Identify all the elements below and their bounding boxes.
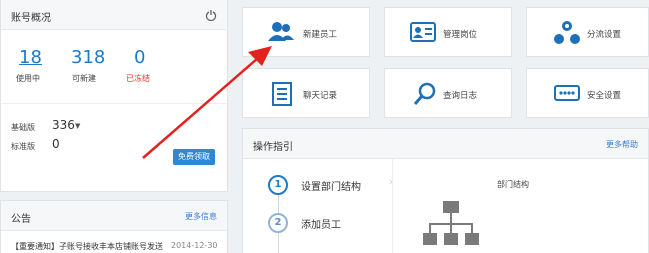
annotation-arrow — [142, 46, 272, 159]
